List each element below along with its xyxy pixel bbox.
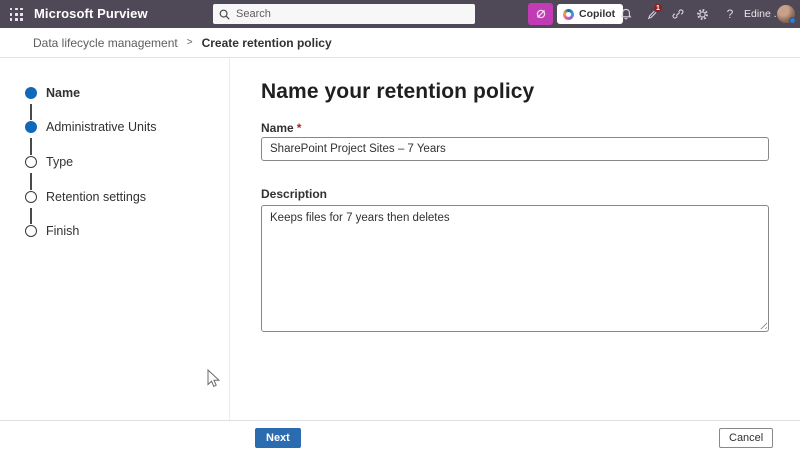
search-icon xyxy=(219,9,230,20)
name-field-label: Name * xyxy=(261,121,302,135)
breadcrumb-data-lifecycle-management[interactable]: Data lifecycle management xyxy=(33,36,178,50)
whats-new-button[interactable]: 1 xyxy=(640,0,664,28)
wizard-step-finish[interactable]: Finish xyxy=(0,221,230,241)
wizard-step-name[interactable]: Name xyxy=(0,83,230,103)
step-label: Name xyxy=(46,86,81,100)
step-indicator xyxy=(25,225,37,237)
copilot-promo-button[interactable] xyxy=(528,3,553,25)
bell-icon xyxy=(620,8,632,20)
settings-button[interactable] xyxy=(690,0,714,28)
global-search xyxy=(213,4,475,24)
help-icon: ? xyxy=(726,7,734,21)
required-marker: * xyxy=(296,121,302,135)
gear-icon xyxy=(696,8,708,20)
step-indicator xyxy=(25,121,37,133)
step-label: Finish xyxy=(46,224,80,238)
step-label: Type xyxy=(46,155,74,169)
description-field-wrap: Keeps files for 7 years then deletes xyxy=(261,205,769,332)
step-label: Administrative Units xyxy=(46,120,157,134)
app-launcher-icon[interactable] xyxy=(10,8,23,21)
help-button[interactable]: ? xyxy=(718,0,742,28)
breadcrumb-separator: > xyxy=(186,37,193,48)
presence-badge xyxy=(789,17,796,24)
breadcrumb: Data lifecycle management > Create reten… xyxy=(0,28,800,58)
copilot-icon xyxy=(563,8,574,20)
main-content: Name your retention policy Name* Descrip… xyxy=(231,58,800,420)
purview-window: Microsoft Purview Copilot xyxy=(0,0,800,450)
app-title[interactable]: Microsoft Purview xyxy=(34,0,148,28)
step-indicator xyxy=(25,87,37,99)
wizard-step-retention-settings[interactable]: Retention settings xyxy=(0,187,230,207)
policy-description-input[interactable]: Keeps files for 7 years then deletes xyxy=(261,205,769,332)
notifications-button[interactable] xyxy=(614,0,638,28)
wizard-steps-panel: Name Administrative Units Type Retention… xyxy=(0,58,230,420)
breadcrumb-current-page: Create retention policy xyxy=(201,35,332,50)
top-app-bar: Microsoft Purview Copilot xyxy=(0,0,800,28)
copilot-promo-icon xyxy=(536,9,545,19)
policy-name-input[interactable] xyxy=(261,137,769,161)
wizard-step-administrative-units[interactable]: Administrative Units xyxy=(0,117,230,137)
cancel-button[interactable]: Cancel xyxy=(719,428,774,448)
page-title: Name your retention policy xyxy=(261,80,535,103)
link-button[interactable] xyxy=(666,0,690,28)
copilot-button-label: Copilot xyxy=(579,8,616,20)
step-indicator xyxy=(25,156,37,168)
account-name[interactable]: Edine . xyxy=(744,0,777,28)
link-icon xyxy=(672,9,684,19)
step-label: Retention settings xyxy=(46,190,147,204)
description-field-label: Description xyxy=(261,187,328,201)
notification-badge: 1 xyxy=(653,3,663,13)
search-input[interactable] xyxy=(236,8,469,20)
step-indicator xyxy=(25,191,37,203)
next-button[interactable]: Next xyxy=(255,428,301,448)
wizard-footer: Next Cancel xyxy=(0,420,800,450)
wizard-step-type[interactable]: Type xyxy=(0,152,230,172)
avatar[interactable] xyxy=(777,5,796,24)
